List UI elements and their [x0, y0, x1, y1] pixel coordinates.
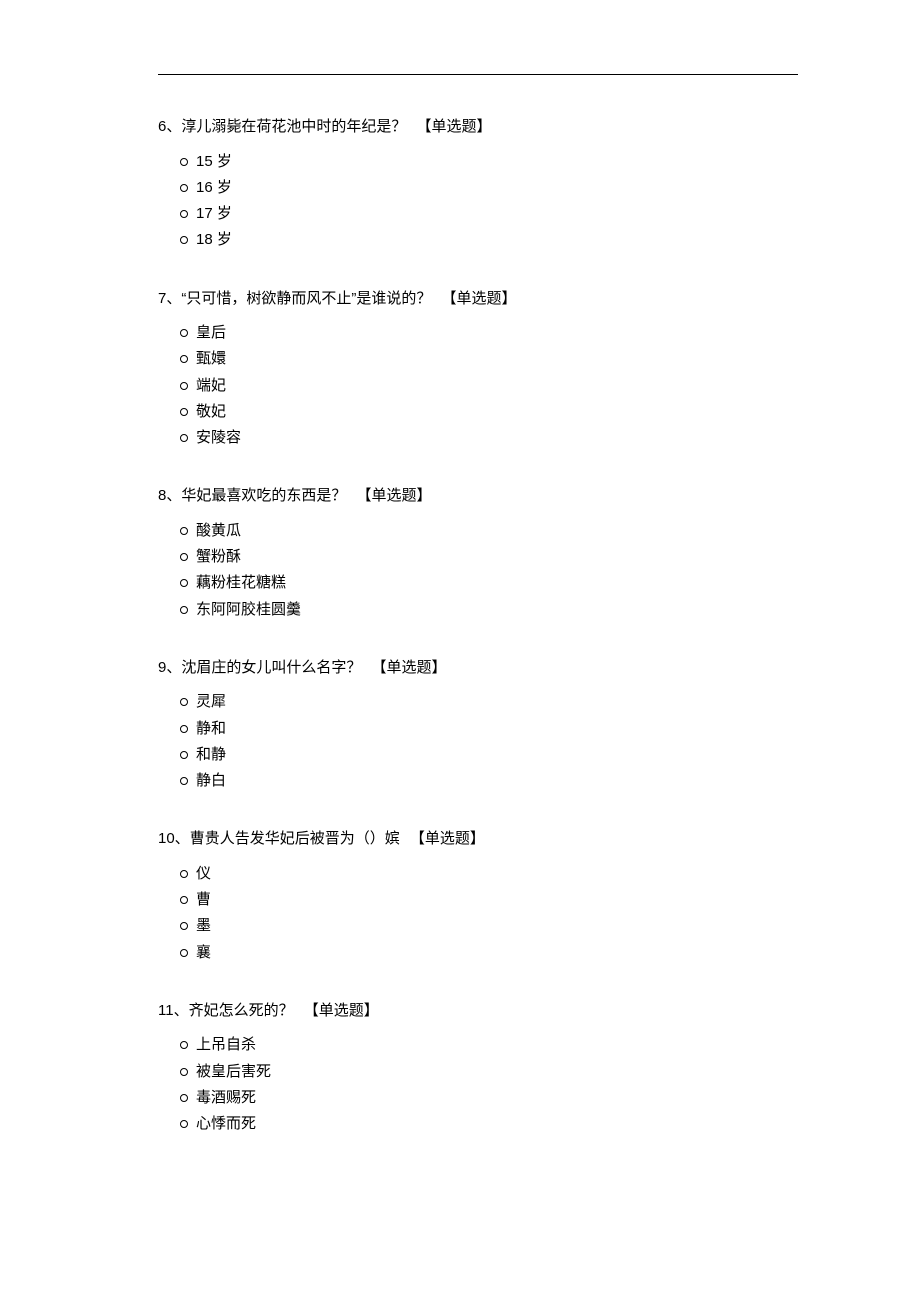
- question-block: 11、齐妃怎么死的？ 【单选题】 上吊自杀 被皇后害死 毒酒赐死 心悸而死: [158, 1000, 798, 1138]
- list-item[interactable]: 皇后: [180, 320, 798, 346]
- page-divider: [158, 74, 798, 75]
- question-type-tag: 【单选题】: [410, 830, 485, 847]
- options-list: 皇后 甄嬛 端妃 敬妃 安陵容: [158, 320, 798, 451]
- list-item[interactable]: 上吊自杀: [180, 1032, 798, 1058]
- list-item[interactable]: 墨: [180, 913, 798, 939]
- options-list: 15 岁 16 岁 17 岁 18 岁: [158, 149, 798, 254]
- question-type-tag: 【单选题】: [372, 659, 447, 676]
- list-item[interactable]: 心悸而死: [180, 1111, 798, 1137]
- question-block: 10、曹贵人告发华妃后被晋为（）嫔 【单选题】 仪 曹 墨 襄: [158, 828, 798, 966]
- question-stem: 华妃最喜欢吃的东西是？: [181, 487, 346, 504]
- question-stem: 曹贵人告发华妃后被晋为（）嫔: [190, 830, 400, 847]
- question-block: 8、华妃最喜欢吃的东西是？ 【单选题】 酸黄瓜 蟹粉酥 藕粉桂花糖糕 东阿阿胶桂…: [158, 485, 798, 623]
- question-type-tag: 【单选题】: [417, 118, 492, 135]
- question-stem: “只可惜，树欲静而风不止”是谁说的？: [181, 290, 431, 307]
- question-text: 7、“只可惜，树欲静而风不止”是谁说的？ 【单选题】: [158, 288, 798, 311]
- question-number: 9、: [158, 659, 181, 676]
- list-item[interactable]: 和静: [180, 742, 798, 768]
- question-text: 9、沈眉庄的女儿叫什么名字？ 【单选题】: [158, 657, 798, 680]
- question-block: 9、沈眉庄的女儿叫什么名字？ 【单选题】 灵犀 静和 和静 静白: [158, 657, 798, 795]
- question-text: 11、齐妃怎么死的？ 【单选题】: [158, 1000, 798, 1023]
- question-text: 10、曹贵人告发华妃后被晋为（）嫔 【单选题】: [158, 828, 798, 851]
- options-list: 仪 曹 墨 襄: [158, 861, 798, 966]
- list-item[interactable]: 蟹粉酥: [180, 544, 798, 570]
- question-number: 7、: [158, 290, 181, 307]
- list-item[interactable]: 端妃: [180, 373, 798, 399]
- options-list: 上吊自杀 被皇后害死 毒酒赐死 心悸而死: [158, 1032, 798, 1137]
- list-item[interactable]: 敬妃: [180, 399, 798, 425]
- question-text: 8、华妃最喜欢吃的东西是？ 【单选题】: [158, 485, 798, 508]
- options-list: 酸黄瓜 蟹粉酥 藕粉桂花糖糕 东阿阿胶桂圆羹: [158, 518, 798, 623]
- question-stem: 齐妃怎么死的？: [189, 1002, 294, 1019]
- list-item[interactable]: 静和: [180, 716, 798, 742]
- list-item[interactable]: 灵犀: [180, 689, 798, 715]
- list-item[interactable]: 曹: [180, 887, 798, 913]
- list-item[interactable]: 18 岁: [180, 227, 798, 253]
- question-block: 6、淳儿溺毙在荷花池中时的年纪是？ 【单选题】 15 岁 16 岁 17 岁 1…: [158, 116, 798, 254]
- list-item[interactable]: 襄: [180, 940, 798, 966]
- question-text: 6、淳儿溺毙在荷花池中时的年纪是？ 【单选题】: [158, 116, 798, 139]
- question-stem: 沈眉庄的女儿叫什么名字？: [181, 659, 361, 676]
- list-item[interactable]: 被皇后害死: [180, 1059, 798, 1085]
- list-item[interactable]: 16 岁: [180, 175, 798, 201]
- question-block: 7、“只可惜，树欲静而风不止”是谁说的？ 【单选题】 皇后 甄嬛 端妃 敬妃 安…: [158, 288, 798, 452]
- list-item[interactable]: 15 岁: [180, 149, 798, 175]
- list-item[interactable]: 安陵容: [180, 425, 798, 451]
- question-number: 10、: [158, 830, 190, 847]
- list-item[interactable]: 毒酒赐死: [180, 1085, 798, 1111]
- list-item[interactable]: 酸黄瓜: [180, 518, 798, 544]
- question-number: 8、: [158, 487, 181, 504]
- list-item[interactable]: 藕粉桂花糖糕: [180, 570, 798, 596]
- question-type-tag: 【单选题】: [442, 290, 517, 307]
- options-list: 灵犀 静和 和静 静白: [158, 689, 798, 794]
- question-number: 6、: [158, 118, 181, 135]
- list-item[interactable]: 东阿阿胶桂圆羹: [180, 597, 798, 623]
- list-item[interactable]: 甄嬛: [180, 346, 798, 372]
- list-item[interactable]: 仪: [180, 861, 798, 887]
- list-item[interactable]: 静白: [180, 768, 798, 794]
- question-type-tag: 【单选题】: [304, 1002, 379, 1019]
- question-number: 11、: [158, 1002, 189, 1019]
- questions-container: 6、淳儿溺毙在荷花池中时的年纪是？ 【单选题】 15 岁 16 岁 17 岁 1…: [158, 116, 798, 1171]
- question-type-tag: 【单选题】: [357, 487, 432, 504]
- question-stem: 淳儿溺毙在荷花池中时的年纪是？: [181, 118, 406, 135]
- list-item[interactable]: 17 岁: [180, 201, 798, 227]
